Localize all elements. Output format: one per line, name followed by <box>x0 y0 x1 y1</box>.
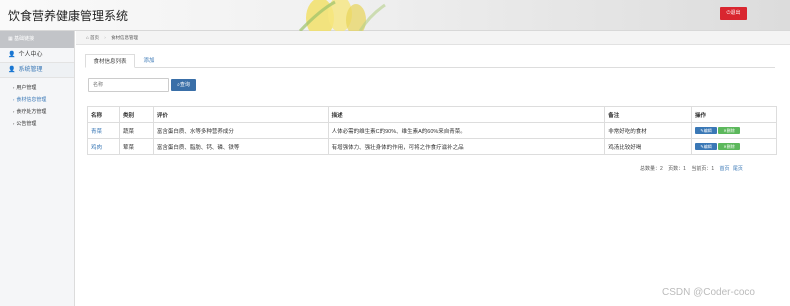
column-header: 备注 <box>604 106 693 123</box>
column-header: 类别 <box>118 106 154 123</box>
column-header: 名称 <box>87 106 120 123</box>
chevron-right-icon: › <box>13 109 15 114</box>
column-header: 操作 <box>691 106 777 123</box>
last-page-link[interactable]: 尾页 <box>733 166 743 172</box>
sidebar-item-ingredient-management[interactable]: › 食材信息管理 <box>0 94 74 106</box>
cell-name[interactable]: 青菜 <box>87 122 120 139</box>
cell-category: 蔬菜 <box>118 122 154 139</box>
sidebar-item-prescription-management[interactable]: › 食疗处方管理 <box>0 106 74 118</box>
watermark-text: CSDN @Coder-coco <box>662 287 755 298</box>
tab-ingredient-list[interactable]: 食材信息列表 <box>85 54 135 68</box>
search-button[interactable]: ⌕查询 <box>171 79 196 91</box>
edit-button[interactable]: ✎编辑 <box>695 127 718 134</box>
table-row: 鸡肉 荤菜 富含蛋白质、脂肪、钙、磷、铁等 有增强体力、强壮身体的作用，可将之作… <box>87 138 777 155</box>
app-title: 饮食营养健康管理系统 <box>8 9 129 23</box>
tab-bar: 食材信息列表 添加 <box>85 54 775 68</box>
sidebar-top-link[interactable]: ▦ 基础链接 <box>0 31 74 48</box>
column-header: 描述 <box>327 106 606 123</box>
breadcrumb-home[interactable]: 首页 <box>90 35 99 40</box>
delete-button[interactable]: ✕删除 <box>718 127 741 134</box>
search-input[interactable] <box>88 78 169 92</box>
breadcrumb-current: 食材信息管理 <box>111 35 139 40</box>
total-count: 总数量：2 <box>640 166 663 172</box>
chevron-right-icon: › <box>13 121 15 126</box>
chevron-right-icon: › <box>13 97 15 102</box>
logout-button[interactable]: ⏻退出 <box>720 7 747 20</box>
breadcrumb-separator: › <box>104 35 106 40</box>
pagination: 总数量：2 页数：1 当前页：1 首页 尾页 <box>640 165 780 172</box>
corn-banner-image <box>298 0 386 31</box>
home-icon: ⌂ <box>86 35 89 40</box>
cell-name[interactable]: 鸡肉 <box>87 138 120 155</box>
sidebar-item-personal-center[interactable]: 👤 个人中心 <box>0 48 74 63</box>
sidebar-item-notice-management[interactable]: › 公告管理 <box>0 118 74 130</box>
cell-category: 荤菜 <box>118 138 154 155</box>
sidebar-item-user-management[interactable]: › 用户管理 <box>0 82 74 94</box>
cell-note: 非常好吃的食材 <box>604 122 693 139</box>
breadcrumb: ⌂ 首页 › 食材信息管理 <box>76 31 790 45</box>
current-page: 当前页：1 <box>691 166 715 172</box>
cell-note: 鸡汤比较好喝 <box>604 138 693 155</box>
sidebar-item-system-management[interactable]: 👤 系统管理 <box>0 63 74 78</box>
column-header: 评价 <box>152 106 329 123</box>
edit-button[interactable]: ✎编辑 <box>695 143 718 150</box>
table-row: 青菜 蔬菜 富含蛋白质、水等多种营养成分 人体必需的维生素C的90%、维生素A的… <box>87 122 777 139</box>
cell-evaluation: 富含蛋白质、脂肪、钙、磷、铁等 <box>152 138 329 155</box>
user-icon: 👤 <box>8 67 16 73</box>
page-count: 页数：1 <box>668 166 686 172</box>
app-header: 饮食营养健康管理系统 ⏻退出 <box>0 0 790 31</box>
first-page-link[interactable]: 首页 <box>720 166 730 172</box>
table-header-row: 名称 类别 评价 描述 备注 操作 <box>87 106 777 123</box>
cell-actions: ✎编辑 ✕删除 <box>691 122 777 139</box>
ingredient-table: 名称 类别 评价 描述 备注 操作 青菜 蔬菜 富含蛋白质、水等多种营养成分 人… <box>87 106 777 155</box>
cell-evaluation: 富含蛋白质、水等多种营养成分 <box>152 122 329 139</box>
cell-description: 有增强体力、强壮身体的作用，可将之作食疗滋补之品 <box>327 138 606 155</box>
cell-description: 人体必需的维生素C的90%、维生素A的60%来自青菜。 <box>327 122 606 139</box>
tab-add[interactable]: 添加 <box>137 54 161 68</box>
cell-actions: ✎编辑 ✕删除 <box>691 138 777 155</box>
chevron-right-icon: › <box>13 85 15 90</box>
delete-button[interactable]: ✕删除 <box>718 143 741 150</box>
sidebar: ▦ 基础链接 👤 个人中心 👤 系统管理 › 用户管理 › 食材信息管理 › 食疗处方管理… <box>0 31 75 306</box>
user-icon: 👤 <box>8 52 16 58</box>
